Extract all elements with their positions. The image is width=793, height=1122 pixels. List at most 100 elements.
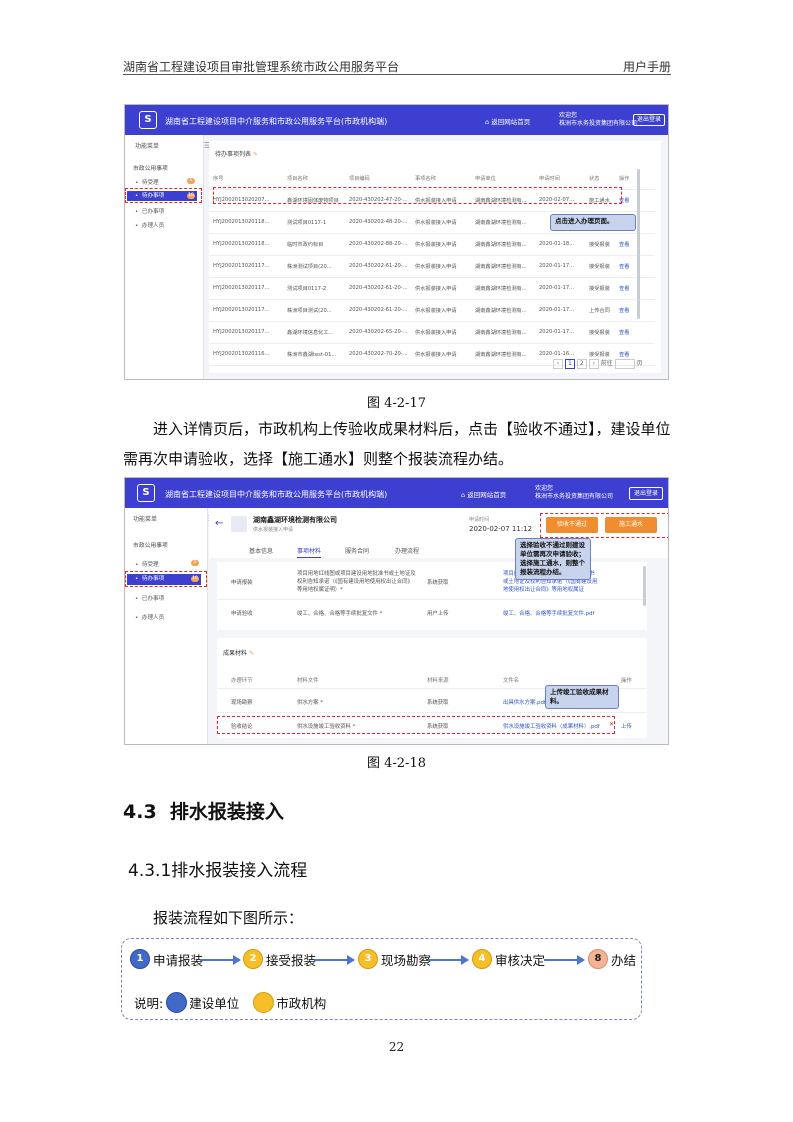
section-heading: 4.3 排水报装接入 — [123, 801, 284, 823]
sidebar-item-done[interactable]: • 已办事项 — [135, 207, 164, 215]
view-link[interactable]: 查看 — [619, 241, 629, 248]
material-name-cell: 供水方案 * — [297, 700, 323, 706]
view-link[interactable]: 查看 — [619, 329, 629, 336]
table-cell: 接受报装 — [589, 330, 610, 336]
highlight-todo-menu — [125, 571, 207, 587]
edit-icon: ✎ — [248, 650, 254, 657]
source-cell: 系统获取 — [427, 580, 449, 586]
flow-step-label: 办结 — [611, 952, 637, 968]
table-cell: 2020-430202-48-20-... — [349, 219, 408, 225]
sidebar-item-pending-accept[interactable]: • 待受理 — [135, 178, 159, 186]
view-link[interactable]: 查看 — [619, 263, 629, 270]
next-page-icon[interactable]: › — [588, 359, 599, 369]
table-cell: 供水报装接入申请 — [415, 220, 457, 226]
col-header: 办理环节 — [231, 678, 253, 684]
back-arrow-icon[interactable]: ← — [215, 518, 223, 529]
column-header: 操作 — [619, 176, 630, 182]
table-cell: 湖南鑫湖环境检测有... — [475, 308, 527, 314]
logout-button[interactable]: 退出登录 — [633, 114, 665, 126]
source-cell: 用户上传 — [427, 611, 449, 617]
table-cell: 2020-430202-61-20-... — [349, 285, 408, 291]
flow-step-label: 申请报装 — [153, 952, 204, 968]
sidebar-item-label: 办理人员 — [141, 223, 165, 229]
home-link[interactable]: ⌂ 返回网站首页 — [485, 116, 530, 126]
table-row[interactable]: HYJ2002013020117... 鑫湖环境信息化工... 2020-43020… — [209, 321, 655, 344]
page-1-button[interactable]: 1 — [564, 359, 575, 369]
flow-arrow — [314, 955, 355, 965]
flow-legend: 说明: 建设单位 市政机构 — [134, 992, 326, 1013]
stage-cell: 申请报装 — [231, 580, 253, 586]
legend-yellow-dot — [253, 992, 275, 1013]
home-link[interactable]: ⌂ 返回网站首页 — [461, 489, 506, 499]
flow-step-label: 接受报装 — [266, 952, 317, 968]
table-cell: 株洲测试项目(20... — [287, 264, 332, 270]
upload-button[interactable]: 上传 — [621, 722, 632, 730]
header-title: 湖南省工程建设项目审批管理系统市政公用服务平台 — [123, 60, 400, 74]
date-label: 申请时间 — [469, 517, 490, 523]
prev-page-icon[interactable]: ‹ — [553, 359, 563, 369]
page-input[interactable] — [614, 358, 635, 369]
table-cell: 株洲项目测试(20... — [287, 308, 332, 314]
column-header: 申请单位 — [475, 176, 496, 182]
page-header: 湖南省工程建设项目审批管理系统市政公用服务平台 用户手册 — [123, 52, 671, 74]
view-link[interactable]: 查看 — [619, 351, 629, 358]
table-cell: 鑫湖环境信息化工... — [287, 330, 334, 336]
table-cell: HYJ2002013020117... — [213, 307, 270, 313]
table-cell: 供水报装接入申请 — [415, 330, 457, 336]
sidebar-item-done[interactable]: • 已办事项 — [135, 594, 164, 602]
welcome-company: 株洲市水务投资集团有限公司 — [559, 120, 638, 127]
table-cell: 接受报装 — [589, 242, 610, 248]
table-row[interactable]: HYJ2002013020117... 株洲项目测试(20... 2020-4302… — [209, 299, 655, 322]
file-link[interactable]: 出具供水方案.pdf — [503, 698, 546, 706]
table-cell: 2020-01-17... — [539, 263, 575, 269]
menu-title-label: 功能菜单 — [135, 143, 160, 150]
step-number-circle: 4 — [472, 949, 492, 969]
flow-step-4: 4 审核决定 — [472, 949, 545, 969]
table-row[interactable]: HYJ2002013020117... 株洲测试项目(20... 2020-4302… — [209, 255, 655, 278]
col-header: 操作 — [621, 678, 632, 684]
view-link[interactable]: 查看 — [619, 285, 629, 292]
logout-button[interactable]: 退出登录 — [629, 487, 663, 500]
table-cell: 株洲市鑫湖test-01... — [287, 352, 337, 358]
column-header: 申请时间 — [539, 176, 560, 182]
welcome-line1: 欢迎您 — [535, 485, 554, 492]
highlight-upload-row — [217, 716, 615, 734]
table-cell: 湖南鑫湖环境检测有... — [475, 352, 527, 358]
legend-yellow-label: 市政机构 — [276, 996, 327, 1011]
table-cell: 2020-430202-88-20-... — [349, 241, 408, 247]
scrollbar[interactable] — [637, 169, 640, 319]
sidebar-item-staff[interactable]: • 办理人员 — [135, 613, 164, 621]
table-row[interactable]: HYJ2002013020117... 测试项目0117-2 2020-430202… — [209, 277, 655, 300]
app-logo-icon: S — [137, 484, 155, 502]
flow-step-8: 8 办结 — [588, 949, 636, 969]
scrollbar[interactable] — [643, 566, 646, 606]
tab-process[interactable]: 办理流程 — [395, 546, 419, 555]
company-avatar — [231, 516, 247, 532]
tab-materials[interactable]: 事项材料 — [297, 546, 322, 558]
table-cell: 2020-430202-70-20-... — [349, 351, 408, 357]
sidebar-item-staff[interactable]: • 办理人员 — [135, 221, 164, 229]
menu-group[interactable]: 市政公用事项 — [133, 540, 168, 549]
file-link[interactable]: 竣工、合格、合格等手续批复文件.pdf — [503, 609, 594, 617]
col-header: 文件名 — [503, 678, 520, 684]
callout-upload-results: 上传竣工验收成果材料。 — [545, 685, 619, 709]
highlight-todo-menu — [125, 188, 202, 203]
tab-basic-info[interactable]: 基本信息 — [249, 546, 273, 555]
menu-group[interactable]: 市政公用事项 — [133, 163, 168, 172]
page-number: 22 — [388, 1040, 405, 1054]
legend-blue-label: 建设单位 — [189, 996, 240, 1011]
menu-title: 功能菜单☰ — [135, 141, 211, 150]
page-2-button[interactable]: 2 — [576, 359, 587, 369]
table-cell: 接受报装 — [589, 264, 610, 270]
tab-contract[interactable]: 服务合同 — [345, 546, 369, 555]
legend-prefix: 说明: — [134, 996, 164, 1011]
sidebar: 功能菜单☰ 市政公用事项 • 待受理 5 • 待办事项 10 • 已办事项 • … — [125, 508, 215, 744]
view-link[interactable]: 查看 — [619, 307, 629, 314]
step-number-circle: 8 — [588, 949, 608, 969]
table-row[interactable]: HYJ2002013020118... 临时市政约标目 2020-430202-88… — [209, 233, 655, 256]
sidebar-item-pending-accept[interactable]: • 待受理 — [135, 560, 159, 568]
flow-intro-text: 报装流程如下图所示： — [153, 909, 304, 927]
app-top-bar: S 湖南省工程建设项目中介服务和市政公用服务平台(市政机构端) ⌂ 返回网站首页… — [125, 105, 668, 135]
flow-step-1: 1 申请报装 — [130, 949, 203, 969]
app-title: 湖南省工程建设项目中介服务和市政公用服务平台(市政机构端) — [165, 117, 388, 126]
